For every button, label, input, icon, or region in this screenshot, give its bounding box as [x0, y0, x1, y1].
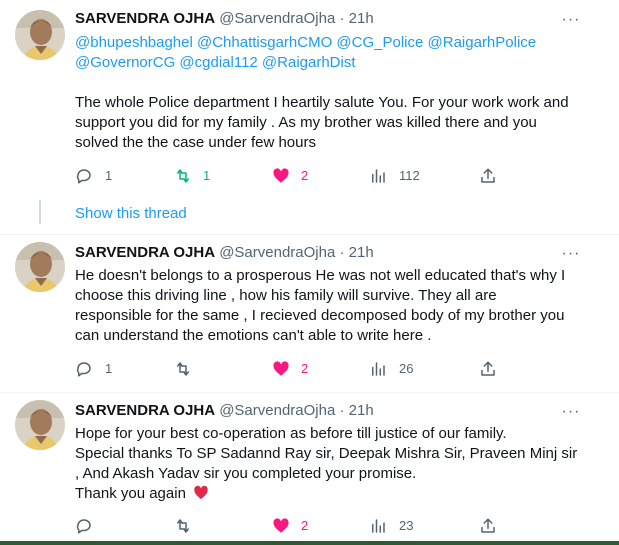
like-icon	[273, 168, 289, 183]
divider	[0, 234, 619, 235]
share-icon	[481, 518, 495, 533]
reply-icon	[76, 519, 91, 534]
action-bar: 1 1 2 112	[75, 165, 595, 187]
share-icon	[481, 168, 495, 183]
like-icon	[273, 518, 289, 533]
action-bar: 2 23	[75, 515, 595, 537]
mentions-line-1[interactable]: @bhupeshbaghel @ChhattisgarhCMO @CG_Poli…	[75, 33, 595, 53]
avatar[interactable]	[15, 10, 65, 60]
body-line: He doesn't belongs to a prosperous He wa…	[75, 267, 566, 284]
timestamp[interactable]: 21h	[349, 10, 374, 27]
tweet-header: SARVENDRA OJHA @SarvendraOjha · 21h	[75, 400, 374, 422]
separator-dot: ·	[339, 10, 345, 27]
action-bar: 1 2 26	[75, 358, 595, 380]
user-handle[interactable]: @SarvendraOjha	[219, 244, 335, 261]
display-name[interactable]: SARVENDRA OJHA	[75, 244, 215, 261]
body-line: , And Akash Yadav sir you completed your…	[75, 465, 417, 482]
body-line: Hope for your best co-operation as befor…	[75, 425, 507, 442]
user-handle[interactable]: @SarvendraOjha	[219, 10, 335, 27]
like-count: 2	[301, 168, 309, 183]
tweet-body: He doesn't belongs to a prosperous He wa…	[75, 266, 595, 346]
tweet-body: The whole Police department I heartily s…	[75, 93, 595, 153]
more-icon[interactable]: ···	[560, 9, 582, 31]
tweet-header: SARVENDRA OJHA @SarvendraOjha · 21h	[75, 242, 374, 264]
retweet-icon	[177, 519, 189, 533]
body-line: The whole Police department I heartily s…	[75, 94, 569, 111]
body-line: can understand the emotions can't able t…	[75, 327, 432, 344]
views-icon	[372, 169, 385, 183]
tweet-header: SARVENDRA OJHA @SarvendraOjha · 21h	[75, 8, 374, 30]
more-icon[interactable]: ···	[560, 401, 582, 423]
show-this-thread-link[interactable]: Show this thread	[75, 204, 187, 224]
mentions: @bhupeshbaghel @ChhattisgarhCMO @CG_Poli…	[75, 33, 595, 73]
thread-connector	[39, 200, 41, 224]
body-line: choose this driving line , how his famil…	[75, 287, 497, 304]
timestamp[interactable]: 21h	[349, 402, 374, 419]
user-handle[interactable]: @SarvendraOjha	[219, 402, 335, 419]
body-line-last: Thank you again	[75, 484, 595, 504]
views-icon	[372, 362, 385, 376]
body-line: Thank you again	[75, 485, 186, 502]
timestamp[interactable]: 21h	[349, 244, 374, 261]
body-line: support you did for my family . As my br…	[75, 114, 537, 131]
avatar[interactable]	[15, 400, 65, 450]
more-icon[interactable]: ···	[560, 243, 582, 265]
retweet-icon	[177, 362, 189, 376]
like-icon	[273, 361, 289, 376]
bottom-edge-bar	[0, 541, 619, 545]
tweet-3[interactable]: SARVENDRA OJHA @SarvendraOjha · 21h ··· …	[0, 394, 619, 541]
body-line: solved the the case under few hours	[75, 134, 316, 151]
display-name[interactable]: SARVENDRA OJHA	[75, 10, 215, 27]
tweet-1[interactable]: SARVENDRA OJHA @SarvendraOjha · 21h ··· …	[0, 0, 619, 200]
display-name[interactable]: SARVENDRA OJHA	[75, 402, 215, 419]
heart-emoji	[194, 485, 208, 500]
body-line: responsible for the same , I recieved de…	[75, 307, 565, 324]
retweet-count: 1	[203, 168, 211, 183]
views-icon	[372, 519, 385, 533]
share-icon	[481, 361, 495, 376]
body-line: Special thanks To SP Sadannd Ray sir, De…	[75, 445, 578, 462]
retweet-icon	[177, 169, 189, 183]
like-count: 2	[301, 518, 309, 533]
reply-icon	[76, 362, 91, 377]
views-count: 23	[399, 518, 414, 533]
tweet-body: Hope for your best co-operation as befor…	[75, 424, 595, 504]
reply-count: 1	[105, 361, 113, 376]
views-count: 26	[399, 361, 414, 376]
separator-dot: ·	[339, 244, 345, 261]
divider	[0, 392, 619, 393]
reply-icon	[76, 169, 91, 184]
views-count: 112	[399, 168, 420, 183]
mentions-line-2[interactable]: @GovernorCG @cgdial112 @RaigarhDist	[75, 53, 595, 73]
like-count: 2	[301, 361, 309, 376]
tweet-2[interactable]: SARVENDRA OJHA @SarvendraOjha · 21h ··· …	[0, 236, 619, 396]
avatar[interactable]	[15, 242, 65, 292]
reply-count: 1	[105, 168, 113, 183]
separator-dot: ·	[339, 402, 345, 419]
